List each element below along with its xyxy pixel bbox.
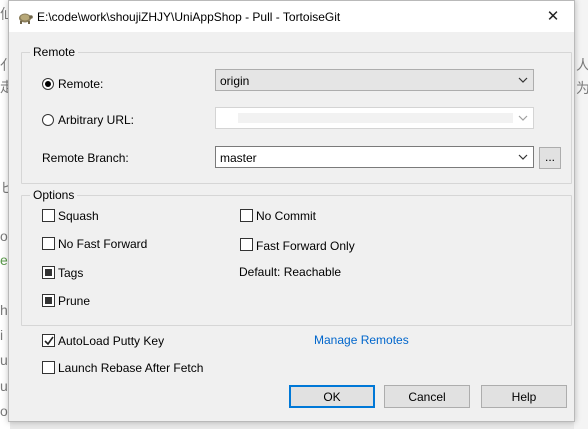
remote-select-value: origin <box>220 74 250 88</box>
no-commit-label[interactable]: No Commit <box>256 209 316 223</box>
fast-forward-only-checkbox[interactable] <box>240 238 253 251</box>
ok-button[interactable]: OK <box>289 385 375 408</box>
title-bar[interactable]: E:\code\work\shoujiZHJY\UniAppShop - Pul… <box>9 1 574 32</box>
squash-label[interactable]: Squash <box>58 209 99 223</box>
background-glyph: 人 <box>576 57 588 73</box>
launch-rebase-label[interactable]: Launch Rebase After Fetch <box>58 361 203 375</box>
background-glyph: u <box>0 378 8 394</box>
squash-checkbox[interactable] <box>42 209 55 222</box>
cancel-button[interactable]: Cancel <box>384 385 470 408</box>
no-fast-forward-checkbox[interactable] <box>42 237 55 250</box>
pull-dialog: E:\code\work\shoujiZHJY\UniAppShop - Pul… <box>8 0 575 422</box>
manage-remotes-link[interactable]: Manage Remotes <box>314 333 409 347</box>
background-glyph: i <box>0 327 4 343</box>
remote-branch-label: Remote Branch: <box>42 151 129 165</box>
prune-checkbox[interactable] <box>42 294 55 307</box>
background-glyph: o <box>0 228 8 244</box>
remote-select[interactable]: origin <box>215 69 534 91</box>
arbitrary-url-field <box>238 113 513 123</box>
arbitrary-url-radio[interactable] <box>42 114 54 126</box>
window-title: E:\code\work\shoujiZHJY\UniAppShop - Pul… <box>37 10 341 24</box>
tags-label[interactable]: Tags <box>58 266 83 280</box>
checkmark-icon <box>44 336 54 346</box>
tags-checkbox[interactable] <box>42 266 55 279</box>
chevron-down-icon <box>518 77 528 83</box>
remote-group-legend: Remote <box>30 45 79 59</box>
background-window-right: 人 为 <box>574 0 588 429</box>
chevron-down-icon <box>518 115 528 121</box>
autoload-putty-key-label[interactable]: AutoLoad Putty Key <box>58 334 164 348</box>
options-group-legend: Options <box>30 188 78 202</box>
prune-label[interactable]: Prune <box>58 294 90 308</box>
remote-branch-combo[interactable]: master <box>215 146 534 168</box>
background-glyph: h <box>0 302 8 318</box>
browse-branch-button[interactable]: ... <box>539 147 561 169</box>
no-commit-checkbox[interactable] <box>240 209 253 222</box>
close-icon: ✕ <box>546 8 560 25</box>
tags-default-text: Default: Reachable <box>239 265 342 279</box>
arbitrary-url-label[interactable]: Arbitrary URL: <box>58 113 134 127</box>
remote-branch-value: master <box>220 151 257 165</box>
chevron-down-icon <box>518 154 528 160</box>
background-glyph: o <box>0 403 8 419</box>
help-button[interactable]: Help <box>481 385 567 408</box>
close-button[interactable]: ✕ <box>538 4 568 28</box>
fast-forward-only-label[interactable]: Fast Forward Only <box>256 239 355 253</box>
arbitrary-url-combo[interactable] <box>215 107 534 129</box>
launch-rebase-checkbox[interactable] <box>42 361 55 374</box>
tortoisegit-icon <box>19 13 33 24</box>
background-glyph: u <box>0 352 8 368</box>
remote-radio[interactable] <box>42 78 54 90</box>
no-fast-forward-label[interactable]: No Fast Forward <box>58 237 147 251</box>
autoload-putty-key-checkbox[interactable] <box>42 334 55 347</box>
background-glyph: 为 <box>576 80 588 96</box>
background-glyph: e <box>0 252 8 268</box>
remote-label[interactable]: Remote: <box>58 77 103 91</box>
